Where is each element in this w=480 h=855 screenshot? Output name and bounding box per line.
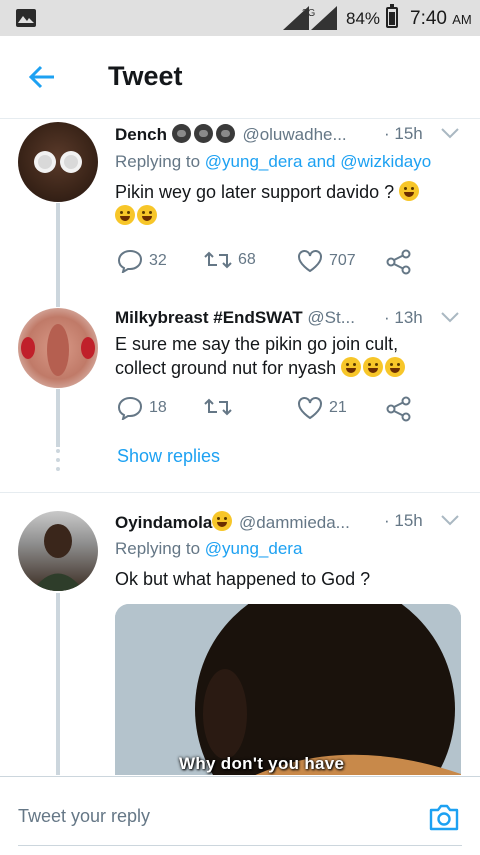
replying-to: Replying to @yung_dera (115, 539, 303, 558)
share-icon[interactable] (386, 249, 412, 275)
avatar[interactable] (18, 511, 98, 591)
display-name[interactable]: Milkybreast #EndSWAT (115, 308, 303, 327)
rolling-eyes-emoji-icon (212, 511, 233, 531)
chevron-down-icon[interactable] (441, 127, 459, 139)
retweet-count: 68 (238, 251, 256, 268)
heart-icon (298, 250, 322, 273)
tweet-text: Ok but what happened to God ? (115, 569, 371, 589)
clock: 7:40 AM (410, 8, 472, 29)
reply-count: 18 (149, 399, 167, 416)
mention-and: and (307, 152, 336, 171)
retweet-button[interactable]: 68 (204, 249, 256, 271)
heart-icon (298, 397, 322, 420)
reply-input[interactable]: Tweet your reply (18, 806, 150, 827)
like-button[interactable]: 21 (297, 396, 347, 420)
thread-line (56, 203, 60, 289)
tweet-item[interactable]: Milkybreast #EndSWAT @St... · 13h E sure… (0, 289, 480, 489)
thread-line (56, 389, 60, 447)
tweet-header: Oyindamola @dammieda... (115, 511, 350, 533)
display-name[interactable]: Dench (115, 125, 167, 144)
rolling-laughing-emoji-icon (399, 181, 420, 201)
arrow-left-icon[interactable] (28, 64, 56, 90)
chevron-down-icon[interactable] (441, 311, 459, 323)
handle[interactable]: @dammieda... (239, 513, 350, 532)
retweet-icon (204, 251, 232, 269)
reply-icon (117, 396, 143, 420)
share-icon[interactable] (386, 396, 412, 422)
mention-link[interactable]: @yung_dera (205, 152, 303, 171)
reply-icon (117, 249, 143, 273)
handle[interactable]: @St... (307, 308, 355, 327)
network-type: 3G (302, 8, 316, 19)
handle[interactable]: @oluwadhe... (242, 125, 346, 144)
like-count: 21 (329, 399, 347, 416)
tweet-time: · 15h (384, 511, 423, 530)
gorilla-emoji-icon (193, 124, 213, 143)
camera-icon[interactable] (428, 802, 460, 832)
gallery-notification-icon (16, 9, 36, 27)
app-bar: Tweet (0, 36, 480, 119)
tweet-item[interactable]: Oyindamola @dammieda... · 15h Replying t… (0, 493, 480, 775)
thread-line (56, 593, 60, 775)
mention-link[interactable]: @wizkidayo (340, 152, 431, 171)
gif-caption: Why don't you have (179, 754, 345, 773)
tears-of-joy-emoji-icon (363, 357, 384, 377)
grinning-sweat-emoji-icon (137, 205, 157, 225)
replying-to: Replying to @yung_dera and @wizkidayo (115, 152, 432, 171)
tweet-item[interactable]: Dench @oluwadhe... · 15h Replying to @yu… (0, 119, 480, 289)
avatar[interactable] (18, 308, 98, 388)
signal-icon: 3G (283, 6, 337, 30)
page-title: Tweet (108, 61, 183, 91)
input-underline (18, 845, 462, 846)
reply-count: 32 (149, 252, 167, 269)
tears-of-joy-emoji-icon (385, 357, 406, 377)
mention-link[interactable]: @yung_dera (205, 539, 303, 558)
retweet-icon (204, 398, 232, 416)
tweet-header: Dench @oluwadhe... (115, 124, 347, 145)
battery-percent: 84% (346, 9, 381, 28)
reply-button[interactable]: 32 (117, 249, 167, 273)
status-bar: 3G 84% 7:40 AM (0, 0, 480, 36)
tweet-text: Pikin wey go later support davido ? (115, 180, 455, 228)
reply-feed[interactable]: Dench @oluwadhe... · 15h Replying to @yu… (0, 119, 480, 775)
chevron-down-icon[interactable] (441, 514, 459, 526)
tweet-text: E sure me say the pikin go join cult, co… (115, 332, 465, 380)
avatar[interactable] (18, 122, 98, 202)
tweet-time: · 13h (384, 308, 423, 327)
show-replies-link[interactable]: Show replies (117, 446, 220, 467)
media-gif[interactable]: Why don't you have (115, 604, 461, 775)
thread-dots (56, 449, 60, 476)
tweet-time: · 15h (384, 124, 423, 143)
retweet-button[interactable] (204, 396, 238, 418)
reply-button[interactable]: 18 (117, 396, 167, 420)
grinning-sweat-emoji-icon (115, 205, 135, 225)
battery-icon (386, 4, 398, 28)
like-count: 707 (329, 252, 356, 269)
gorilla-emoji-icon (171, 124, 191, 143)
reply-composer: Tweet your reply (0, 776, 480, 855)
gorilla-emoji-icon (215, 124, 235, 143)
display-name[interactable]: Oyindamola (115, 513, 212, 532)
like-button[interactable]: 707 (297, 249, 356, 273)
tears-of-joy-emoji-icon (341, 357, 362, 377)
thread-line (56, 289, 60, 307)
tweet-header: Milkybreast #EndSWAT @St... (115, 308, 355, 328)
